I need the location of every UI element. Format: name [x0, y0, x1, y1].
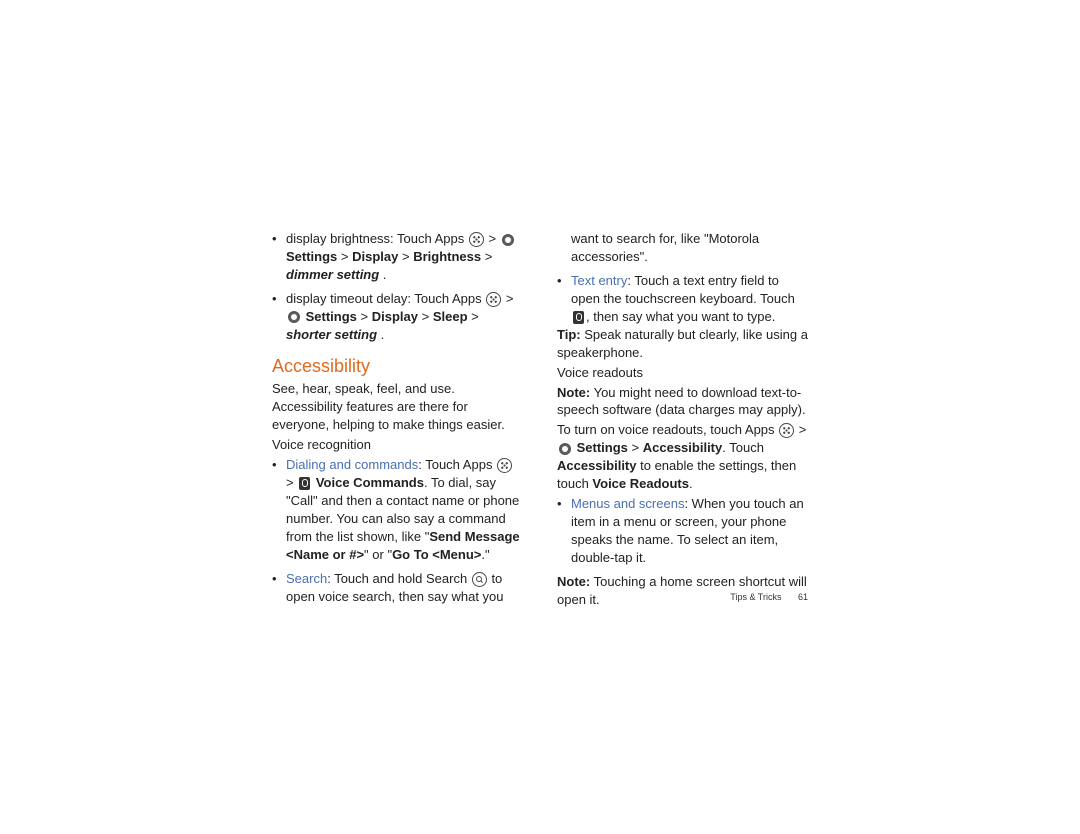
path-sleep: Sleep: [433, 309, 468, 324]
note2-paragraph: Note: Touching a home screen shortcut wi…: [557, 573, 808, 609]
path-settings: Settings: [306, 309, 357, 324]
accessibility-heading: Accessibility: [272, 354, 523, 379]
path-settings: Settings: [286, 249, 337, 264]
timeout-item: display timeout delay: Touch Apps > Sett…: [272, 290, 523, 344]
apps-icon: [486, 292, 501, 307]
voice-readouts-subhead: Voice readouts: [557, 364, 808, 382]
gear-icon: [502, 234, 514, 246]
footer-page-number: 61: [798, 592, 808, 602]
path-display: Display: [372, 309, 418, 324]
dialing-pre: : Touch Apps: [418, 457, 492, 472]
brightness-end: dimmer setting: [286, 267, 379, 282]
apps-icon: [469, 232, 484, 247]
mic-icon: [573, 311, 584, 324]
path-display: Display: [352, 249, 398, 264]
turnon-post1: . Touch: [722, 440, 764, 455]
menus-label: Menus and screens: [571, 496, 684, 511]
search-icon: [472, 572, 487, 587]
accessibility-intro: See, hear, speak, feel, and use. Accessi…: [272, 380, 523, 434]
apps-icon: [497, 458, 512, 473]
note1-text: You might need to download text-to-speec…: [557, 385, 806, 418]
tip-paragraph: Tip: Speak naturally but clearly, like u…: [557, 326, 808, 362]
text-entry-label: Text entry: [571, 273, 627, 288]
voice-commands: Voice Commands: [316, 475, 424, 490]
display-settings-list: display brightness: Touch Apps > Setting…: [272, 230, 523, 344]
gear-icon: [559, 443, 571, 455]
brightness-pre: display brightness: Touch Apps: [286, 231, 464, 246]
search-cont: want to search for, like "Motorola acces…: [571, 231, 759, 264]
mic-icon: [299, 477, 310, 490]
turnon-accessibility: Accessibility: [643, 440, 723, 455]
apps-icon: [779, 423, 794, 438]
gear-icon: [288, 311, 300, 323]
turnon-pre: To turn on voice readouts, touch Apps: [557, 422, 775, 437]
voice-recognition-subhead: Voice recognition: [272, 436, 523, 454]
brightness-item: display brightness: Touch Apps > Setting…: [272, 230, 523, 284]
note1-label: Note:: [557, 385, 590, 400]
footer-section: Tips & Tricks: [730, 592, 781, 602]
note2-label: Note:: [557, 574, 590, 589]
menus-item: Menus and screens: When you touch an ite…: [557, 495, 808, 567]
voice-readouts-list: Menus and screens: When you touch an ite…: [557, 495, 808, 567]
dialing-item: Dialing and commands: Touch Apps > Voice…: [272, 456, 523, 564]
manual-page: display brightness: Touch Apps > Setting…: [0, 0, 1080, 834]
timeout-end: shorter setting: [286, 327, 377, 342]
turnon-voice-readouts: Voice Readouts: [592, 476, 689, 491]
turnon-accessibility2: Accessibility: [557, 458, 637, 473]
turnon-paragraph: To turn on voice readouts, touch Apps > …: [557, 421, 808, 493]
search-label: Search: [286, 571, 327, 586]
note1-paragraph: Note: You might need to download text-to…: [557, 384, 808, 420]
dialing-or: " or ": [364, 547, 392, 562]
dialing-end: .": [481, 547, 489, 562]
dialing-label: Dialing and commands: [286, 457, 418, 472]
text-entry-post: , then say what you want to type.: [586, 309, 775, 324]
turnon-settings: Settings: [577, 440, 628, 455]
text-entry-item: Text entry: Touch a text entry field to …: [557, 272, 808, 326]
tip-text: Speak naturally but clearly, like using …: [557, 327, 808, 360]
tip-label: Tip:: [557, 327, 581, 342]
timeout-pre: display timeout delay: Touch Apps: [286, 291, 482, 306]
search-pre: : Touch and hold Search: [327, 571, 467, 586]
path-brightness: Brightness: [413, 249, 481, 264]
cmd-goto: Go To <Menu>: [392, 547, 481, 562]
page-footer: Tips & Tricks 61: [730, 592, 808, 602]
content-columns: display brightness: Touch Apps > Setting…: [272, 230, 808, 611]
